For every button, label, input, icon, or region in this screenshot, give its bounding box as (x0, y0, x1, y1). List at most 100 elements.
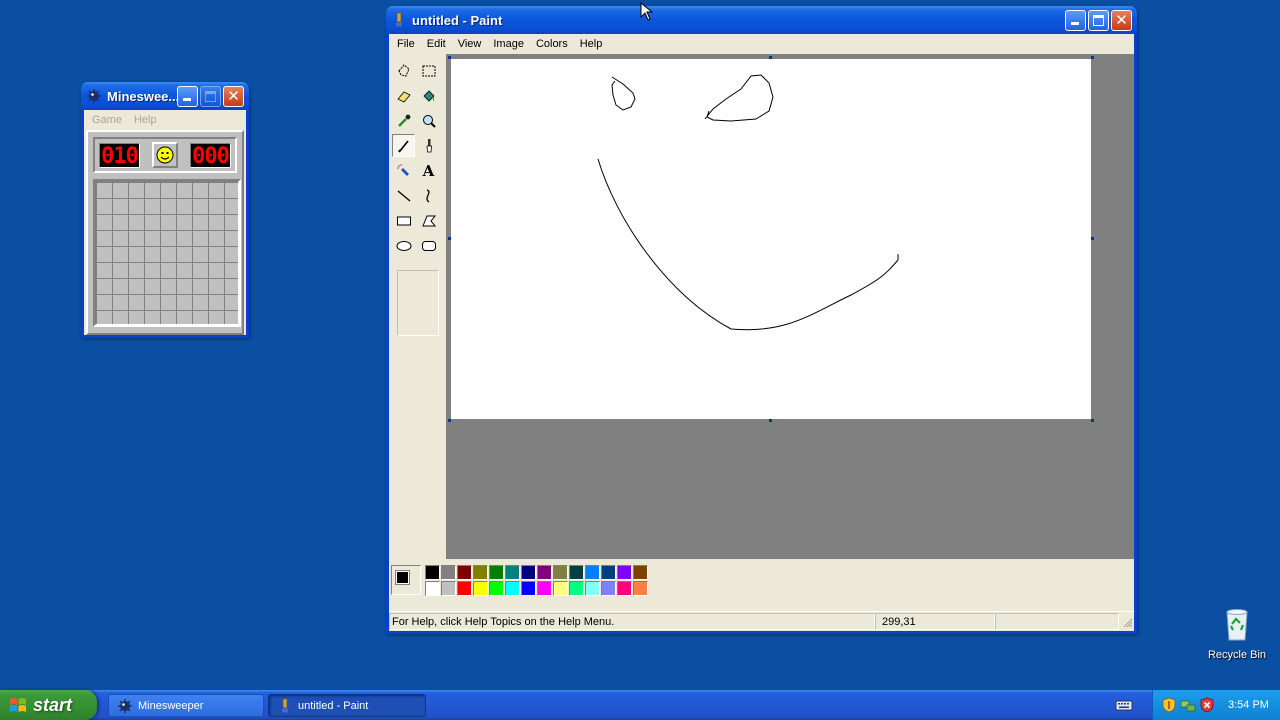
network-icon[interactable] (1180, 697, 1196, 713)
palette-color-swatch[interactable] (569, 565, 584, 580)
palette-color-swatch[interactable] (569, 581, 584, 596)
minimize-icon (1071, 21, 1079, 25)
keyboard-icon[interactable] (1115, 698, 1133, 712)
canvas-workspace (446, 54, 1134, 559)
close-button[interactable]: ✕ (223, 85, 244, 107)
palette-color-swatch[interactable] (537, 581, 552, 596)
rectangle-tool[interactable] (392, 209, 415, 232)
minesweeper-window[interactable]: Mineswee... ✕ Game Help 010 000 (81, 82, 249, 338)
eraser-icon (396, 91, 411, 102)
minesweeper-board-frame: 010 000 (86, 130, 244, 335)
palette-color-swatch[interactable] (457, 565, 472, 580)
palette-color-swatch[interactable] (617, 565, 632, 580)
smiley-reset-button[interactable] (152, 142, 178, 168)
palette-color-swatch[interactable] (537, 565, 552, 580)
resize-handle[interactable] (448, 237, 451, 240)
fill-tool[interactable] (417, 84, 440, 107)
drawing-canvas[interactable] (451, 59, 1091, 419)
resize-handle[interactable] (448, 56, 451, 59)
palette-color-swatch[interactable] (553, 565, 568, 580)
recycle-bin-icon (1226, 609, 1248, 641)
paint-window[interactable]: untitled - Paint ✕ File Edit View Image … (386, 6, 1137, 634)
palette-color-swatch[interactable] (505, 581, 520, 596)
taskbar-item-paint[interactable]: untitled - Paint (268, 694, 426, 717)
palette-color-swatch[interactable] (521, 581, 536, 596)
palette-color-swatch[interactable] (505, 565, 520, 580)
mine-counter: 010 (99, 142, 140, 169)
rounded-rect-tool[interactable] (417, 234, 440, 257)
palette-color-swatch[interactable] (457, 581, 472, 596)
resize-handle[interactable] (769, 56, 772, 59)
palette-color-swatch[interactable] (617, 581, 632, 596)
palette-color-swatch[interactable] (473, 565, 488, 580)
palette-color-swatch[interactable] (441, 565, 456, 580)
security-shield-icon[interactable] (1161, 697, 1177, 713)
palette-color-swatch[interactable] (601, 565, 616, 580)
maximize-button[interactable] (1088, 9, 1109, 31)
security-alert-icon[interactable] (1199, 697, 1215, 713)
maximize-icon (1093, 14, 1104, 26)
palette-color-swatch[interactable] (553, 581, 568, 596)
palette-color-swatch[interactable] (633, 565, 648, 580)
menu-file[interactable]: File (391, 38, 421, 50)
magnifier-tool[interactable] (417, 109, 440, 132)
free-form-select-tool[interactable] (392, 59, 415, 82)
menu-edit[interactable]: Edit (421, 38, 452, 50)
minimize-button[interactable] (1065, 9, 1086, 31)
menu-help[interactable]: Help (574, 38, 609, 50)
palette-color-swatch[interactable] (489, 581, 504, 596)
text-tool[interactable]: A (417, 159, 440, 182)
paint-titlebar[interactable]: untitled - Paint ✕ (386, 6, 1137, 34)
resize-handle[interactable] (1091, 56, 1094, 59)
palette-color-swatch[interactable] (473, 581, 488, 596)
resize-handle[interactable] (769, 419, 772, 422)
minimize-button[interactable] (177, 85, 198, 107)
menu-colors[interactable]: Colors (530, 38, 574, 50)
palette-color-swatch[interactable] (441, 581, 456, 596)
taskbar-item-minesweeper[interactable]: Minesweeper (108, 694, 264, 717)
tool-options-box[interactable] (397, 270, 439, 336)
curve-tool[interactable] (417, 184, 440, 207)
paint-title: untitled - Paint (412, 12, 503, 28)
palette-color-swatch[interactable] (425, 565, 440, 580)
palette-color-swatch[interactable] (489, 565, 504, 580)
brush-tool[interactable] (417, 134, 440, 157)
stroke-smile-curve (597, 158, 899, 331)
resize-handle[interactable] (1091, 237, 1094, 240)
toolbox: A (391, 56, 443, 556)
color-picker-tool[interactable] (392, 109, 415, 132)
ellipse-tool[interactable] (392, 234, 415, 257)
ellipse-icon (396, 240, 411, 251)
palette-color-swatch[interactable] (521, 565, 536, 580)
minesweeper-titlebar[interactable]: Mineswee... ✕ (81, 82, 249, 110)
menu-view[interactable]: View (452, 38, 488, 50)
resize-handle[interactable] (448, 419, 451, 422)
close-button[interactable]: ✕ (1111, 9, 1132, 31)
mine-icon (87, 89, 101, 103)
polygon-tool[interactable] (417, 209, 440, 232)
palette-color-swatch[interactable] (585, 581, 600, 596)
palette-color-swatch[interactable] (633, 581, 648, 596)
line-tool[interactable] (392, 184, 415, 207)
palette-color-swatch[interactable] (425, 581, 440, 596)
rect-select-tool[interactable] (417, 59, 440, 82)
menu-image[interactable]: Image (487, 38, 530, 50)
size-grip-icon[interactable] (1121, 616, 1133, 628)
start-button[interactable]: start (0, 690, 97, 720)
menu-game[interactable]: Game (86, 114, 128, 126)
menu-help[interactable]: Help (128, 114, 163, 126)
color-palette (425, 565, 649, 597)
palette-color-swatch[interactable] (601, 581, 616, 596)
pencil-tool[interactable] (392, 134, 415, 157)
eraser-tool[interactable] (392, 84, 415, 107)
mine-field[interactable] (93, 179, 241, 327)
paint-menubar: File Edit View Image Colors Help (389, 34, 1134, 54)
pencil-icon (397, 140, 409, 152)
palette-color-swatch[interactable] (585, 565, 600, 580)
airbrush-tool[interactable] (392, 159, 415, 182)
clock[interactable]: 3:54 PM (1228, 699, 1269, 711)
recycle-bin-desktop-icon[interactable]: Recycle Bin (1203, 608, 1271, 661)
resize-handle[interactable] (1091, 419, 1094, 422)
taskbar-item-label: untitled - Paint (298, 699, 369, 712)
current-colors[interactable] (391, 565, 421, 595)
